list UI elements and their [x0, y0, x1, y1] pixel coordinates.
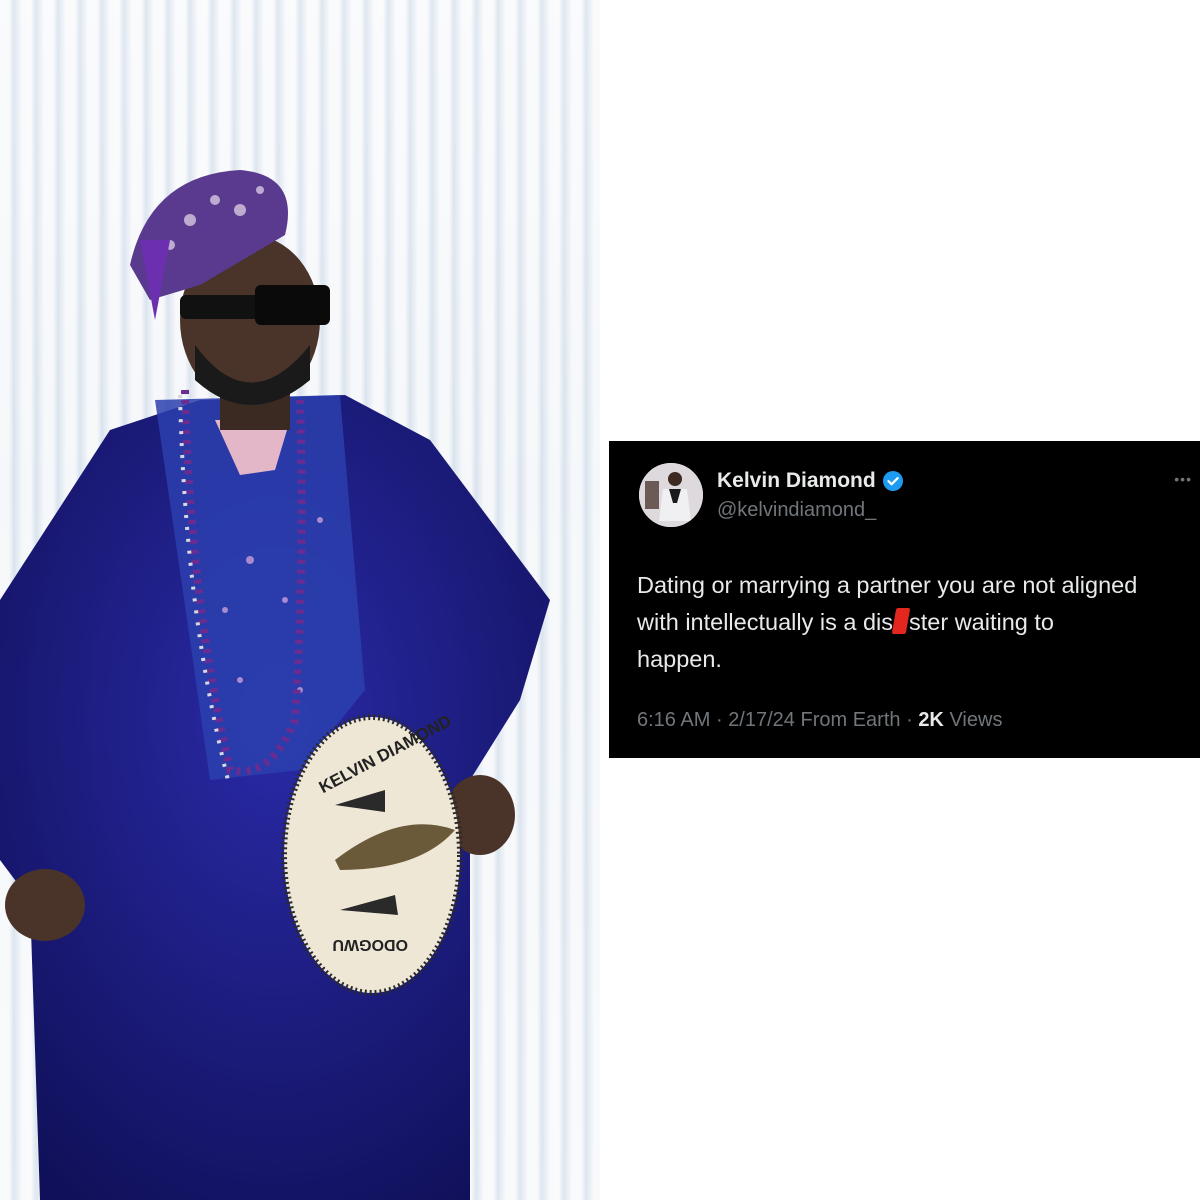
meta-separator: ·: [715, 709, 723, 731]
tweet-time[interactable]: 6:16 AM: [637, 709, 710, 731]
views-label: Views: [949, 709, 1003, 731]
verified-badge-icon: [882, 471, 903, 491]
user-handle[interactable]: @kelvindiamond_: [717, 499, 876, 522]
fan-text-bottom: ODOGWU: [332, 936, 408, 953]
tweet-meta: 6:16 AM · 2/17/24 From Earth · 2K Views: [637, 709, 1002, 732]
tweet-text-line-2-before: with intellectually is a dis: [637, 609, 893, 635]
red-redaction-mark: [891, 608, 911, 634]
display-name[interactable]: Kelvin Diamond: [717, 469, 904, 493]
avatar[interactable]: [639, 463, 703, 527]
tweet-text-line-2: with intellectually is a dis ster waiting…: [637, 604, 1193, 641]
tweet-text-line-3: happen.: [637, 646, 722, 672]
tweet-text-line-2-after: ster waiting to: [909, 609, 1054, 635]
more-options-icon[interactable]: •••: [1174, 471, 1192, 487]
meta-separator-2: ·: [906, 709, 913, 731]
tweet-card[interactable]: Kelvin Diamond @kelvindiamond_ ••• Datin…: [609, 441, 1200, 758]
tweet-source: From Earth: [800, 709, 901, 731]
tweet-date[interactable]: 2/17/24: [728, 709, 795, 731]
portrait-photo: KELVIN DIAMOND ODOGWU: [0, 0, 600, 1200]
tweet-text: Dating or marrying a partner you are not…: [637, 567, 1193, 678]
display-name-text[interactable]: Kelvin Diamond: [717, 469, 876, 493]
views-count[interactable]: 2K: [918, 709, 944, 731]
portrait-illustration: KELVIN DIAMOND ODOGWU: [0, 170, 550, 1200]
avatar-image: [639, 463, 703, 527]
tweet-text-line-1: Dating or marrying a partner you are not…: [637, 572, 1138, 598]
